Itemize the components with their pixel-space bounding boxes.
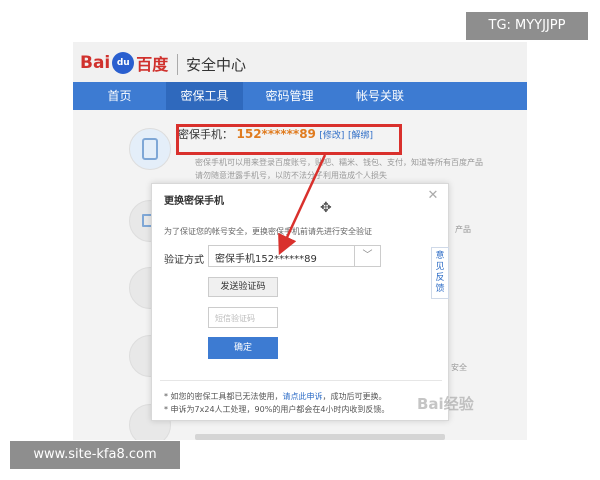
dialog-title: 更换密保手机 (164, 196, 224, 207)
row6-line (195, 434, 445, 440)
page: Bai du 百度 安全中心 首页 密保工具 密码管理 帐号关联 密保手机可以用… (0, 0, 600, 480)
dialog-divider (160, 380, 442, 381)
chevron-down-icon[interactable]: ﹀ (354, 246, 380, 266)
row1-desc-2: 请勿随意泄露手机号，以防不法分子利用造成个人损失 (195, 171, 387, 180)
nav-item-account-link[interactable]: 帐号关联 (336, 82, 424, 110)
nav-item-security-tools[interactable]: 密保工具 (166, 82, 243, 110)
note-appeal: * 如您的密保工具都已无法使用，请点此申诉，成功后可更换。 (164, 391, 387, 402)
phone-tool-icon (129, 128, 171, 170)
note1-prefix: * 如您的密保工具都已无法使用， (164, 392, 283, 401)
screenshot-area: Bai du 百度 安全中心 首页 密保工具 密码管理 帐号关联 密保手机可以用… (73, 42, 527, 440)
move-icon: ✥ (320, 200, 332, 216)
confirm-button[interactable]: 确定 (208, 337, 278, 359)
site-title: 安全中心 (177, 54, 246, 75)
paw-icon: du (112, 52, 135, 74)
baidu-logo[interactable]: Bai du 百度 (80, 52, 168, 74)
nav-item-home[interactable]: 首页 (73, 82, 166, 110)
note-processing: * 申诉为7x24人工处理，90%的用户都会在4小时内收到反馈。 (164, 405, 390, 414)
verify-method-label: 验证方式 (164, 255, 204, 266)
send-code-button[interactable]: 发送验证码 (208, 277, 278, 297)
appeal-link[interactable]: 请点此申诉 (283, 392, 323, 401)
tg-badge: TG: MYYJJPP (466, 12, 588, 40)
header-bar: Bai du 百度 安全中心 (73, 42, 527, 82)
row2-tail: 产品 (455, 225, 471, 234)
logo-text: Bai (80, 53, 111, 73)
note1-suffix: ，成功后可更换。 (322, 392, 387, 401)
row5-tail: 安全 (451, 363, 467, 372)
highlight-box (176, 124, 402, 155)
close-icon[interactable]: ✕ (426, 189, 440, 203)
row1-desc-1: 密保手机可以用来登录百度账号，贴吧、糯米、钱包、支付，知道等所有百度产品 (195, 158, 483, 167)
top-nav: 首页 密保工具 密码管理 帐号关联 (73, 82, 527, 110)
baidu-experience-watermark: Bai经验 (417, 395, 474, 413)
verify-method-value: 密保手机152******89 (215, 254, 317, 265)
phone-icon (142, 138, 158, 160)
logo-cn: 百度 (136, 55, 169, 74)
dialog-description: 为了保证您的帐号安全，更换密保手机前请先进行安全验证 (164, 227, 372, 236)
verify-method-select[interactable]: 密保手机152******89 ﹀ (208, 245, 381, 267)
sms-code-input[interactable]: 短信验证码 (208, 307, 278, 328)
feedback-tab[interactable]: 意见反馈 (431, 247, 449, 299)
site-badge: www.site-kfa8.com (10, 441, 180, 469)
nav-item-password[interactable]: 密码管理 (243, 82, 336, 110)
change-phone-dialog: 更换密保手机 ✥ ✕ 为了保证您的帐号安全，更换密保手机前请先进行安全验证 验证… (151, 183, 449, 421)
